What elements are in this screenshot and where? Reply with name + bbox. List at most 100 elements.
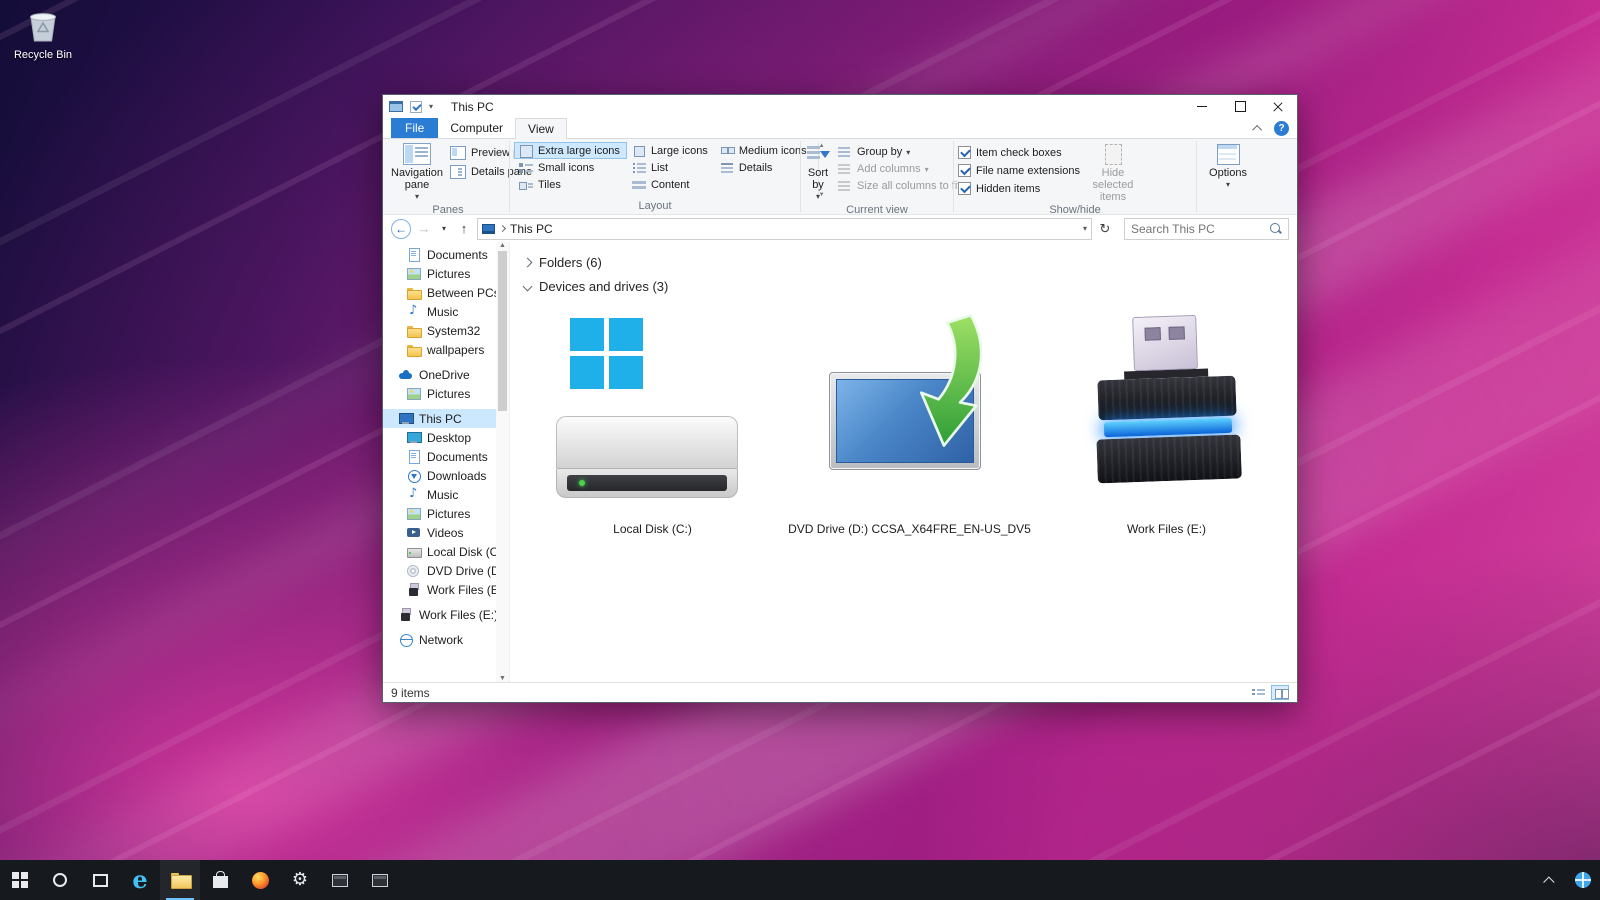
layout-extra-large-icons[interactable]: Extra large icons	[514, 142, 627, 159]
tab-view[interactable]: View	[515, 118, 567, 139]
up-button[interactable]: ↑	[453, 218, 475, 240]
tab-file[interactable]: File	[391, 118, 438, 138]
hide-selected-items-button[interactable]: Hide selected items	[1082, 142, 1144, 203]
nav-item-onedrive-pictures[interactable]: Pictures	[383, 384, 496, 403]
nav-item-onedrive[interactable]: OneDrive	[383, 365, 496, 384]
help-icon[interactable]: ?	[1274, 121, 1289, 136]
minimize-button[interactable]	[1183, 95, 1221, 118]
sort-by-button[interactable]: Sort by ▾	[805, 142, 831, 203]
recent-locations-chevron-icon[interactable]: ▾	[437, 218, 451, 240]
file-explorer-button[interactable]	[160, 860, 200, 900]
layout-content[interactable]: Content	[627, 176, 715, 193]
task-view-button[interactable]	[80, 860, 120, 900]
scroll-up-icon[interactable]: ▲	[499, 242, 506, 249]
nav-item-this-pc-music[interactable]: Music	[383, 485, 496, 504]
drive-tile-dvd-drive-d[interactable]: DVD Drive (D:) CCSA_X64FRE_EN-US_DV5	[781, 308, 1038, 536]
nav-item-local-disk-c[interactable]: Local Disk (C:)	[383, 542, 496, 561]
search-button[interactable]	[40, 860, 80, 900]
navigation-scrollbar[interactable]: ▲ ▼	[496, 242, 509, 682]
details-view-toggle[interactable]	[1249, 685, 1267, 700]
store-button[interactable]	[200, 860, 240, 900]
nav-item-wallpapers[interactable]: wallpapers	[383, 340, 496, 359]
file-list-area: Folders (6) Devices and drives (3)	[510, 242, 1297, 682]
firefox-button[interactable]	[240, 860, 280, 900]
breadcrumb-chevron-icon[interactable]	[499, 225, 506, 232]
tray-expand-button[interactable]	[1536, 860, 1566, 900]
options-button[interactable]: Options ▾	[1201, 142, 1255, 191]
address-dropdown-chevron-icon[interactable]: ▾	[1083, 224, 1087, 233]
group-header-devices-and-drives[interactable]: Devices and drives (3)	[524, 274, 1297, 298]
drive-label: DVD Drive (D:) CCSA_X64FRE_EN-US_DV5	[788, 522, 1031, 536]
layout-large-icons[interactable]: Large icons	[627, 142, 715, 159]
forward-button[interactable]: →	[413, 218, 435, 240]
address-box[interactable]: This PC ▾	[477, 218, 1092, 240]
customize-toolbar-chevron-icon[interactable]: ▾	[429, 102, 433, 111]
tray-network-button[interactable]	[1566, 860, 1600, 900]
file-name-extensions-checkbox[interactable]	[958, 164, 971, 177]
minimize-ribbon-icon[interactable]	[1252, 124, 1262, 134]
file-name-extensions-option[interactable]: File name extensions	[958, 162, 1080, 179]
nav-item-network[interactable]: Network	[383, 630, 496, 649]
scrollbar-thumb[interactable]	[498, 251, 507, 411]
recycle-bin-desktop-icon[interactable]: Recycle Bin	[6, 8, 80, 61]
breadcrumb[interactable]: This PC	[510, 222, 553, 236]
scroll-down-icon[interactable]: ▼	[499, 675, 506, 682]
size-all-columns-button[interactable]: Size all columns to fit	[833, 178, 964, 194]
search-icon[interactable]	[1269, 222, 1283, 236]
window-controls	[1183, 95, 1297, 118]
folder-icon	[407, 286, 422, 300]
layout-small-icons[interactable]: Small icons	[514, 159, 627, 176]
add-columns-button[interactable]: Add columns ▾	[833, 161, 964, 177]
drive-tile-work-files-e[interactable]: Work Files (E:)	[1038, 308, 1295, 536]
edge-button[interactable]: e	[120, 860, 160, 900]
downloads-icon	[407, 469, 422, 483]
navigation-pane-button[interactable]: Navigation pane ▾	[391, 142, 443, 203]
app-window-2-button[interactable]	[360, 860, 400, 900]
start-button[interactable]	[0, 860, 40, 900]
properties-icon[interactable]	[410, 101, 422, 113]
large-icons-view-toggle[interactable]	[1271, 685, 1289, 700]
collapse-chevron-icon[interactable]	[523, 257, 533, 267]
hidden-items-checkbox[interactable]	[958, 182, 971, 195]
back-button[interactable]: ←	[391, 219, 411, 239]
nav-item-this-pc[interactable]: This PC	[383, 409, 496, 428]
nav-item-this-pc-documents[interactable]: Documents	[383, 447, 496, 466]
nav-item-downloads[interactable]: Downloads	[383, 466, 496, 485]
settings-button[interactable]: ⚙	[280, 860, 320, 900]
nav-item-work-files-e[interactable]: Work Files (E:)	[383, 580, 496, 599]
navigation-pane-label: Navigation pane	[391, 167, 443, 191]
search-input[interactable]	[1125, 222, 1269, 236]
hidden-items-option[interactable]: Hidden items	[958, 180, 1080, 197]
nav-item-this-pc-pictures[interactable]: Pictures	[383, 504, 496, 523]
group-by-button[interactable]: Group by ▾	[833, 144, 964, 160]
maximize-button[interactable]	[1221, 95, 1259, 118]
app-window-1-button[interactable]	[320, 860, 360, 900]
nav-item-music[interactable]: Music	[383, 302, 496, 321]
nav-item-between-pcs[interactable]: Between PCs	[383, 283, 496, 302]
layout-list[interactable]: List	[627, 159, 715, 176]
search-box[interactable]	[1124, 218, 1289, 240]
nav-item-dvd-drive-d[interactable]: DVD Drive (D:) C	[383, 561, 496, 580]
layout-details[interactable]: Details	[715, 159, 814, 176]
nav-item-videos[interactable]: Videos	[383, 523, 496, 542]
refresh-button[interactable]: ↻	[1094, 218, 1116, 240]
nav-item-system32[interactable]: System32	[383, 321, 496, 340]
title-bar[interactable]: ▾ This PC	[383, 95, 1297, 118]
item-check-boxes-option[interactable]: Item check boxes	[958, 144, 1080, 161]
nav-item-work-files-e-root[interactable]: Work Files (E:)	[383, 605, 496, 624]
nav-item-desktop[interactable]: Desktop	[383, 428, 496, 447]
close-button[interactable]	[1259, 95, 1297, 118]
tab-computer[interactable]: Computer	[438, 118, 515, 138]
file-explorer-window: ▾ This PC File Computer View ?	[382, 94, 1298, 703]
usb-drive-icon	[1062, 316, 1272, 518]
nav-item-documents[interactable]: Documents	[383, 245, 496, 264]
large-icons-icon	[631, 144, 647, 158]
item-check-boxes-checkbox[interactable]	[958, 146, 971, 159]
drive-tile-local-disk-c[interactable]: Local Disk (C:)	[524, 308, 781, 536]
group-header-folders[interactable]: Folders (6)	[524, 250, 1297, 274]
layout-tiles[interactable]: Tiles	[514, 176, 627, 193]
chevron-up-icon	[1543, 876, 1554, 887]
nav-item-pictures[interactable]: Pictures	[383, 264, 496, 283]
expand-chevron-icon[interactable]	[523, 281, 533, 291]
layout-medium-icons[interactable]: Medium icons	[715, 142, 814, 159]
